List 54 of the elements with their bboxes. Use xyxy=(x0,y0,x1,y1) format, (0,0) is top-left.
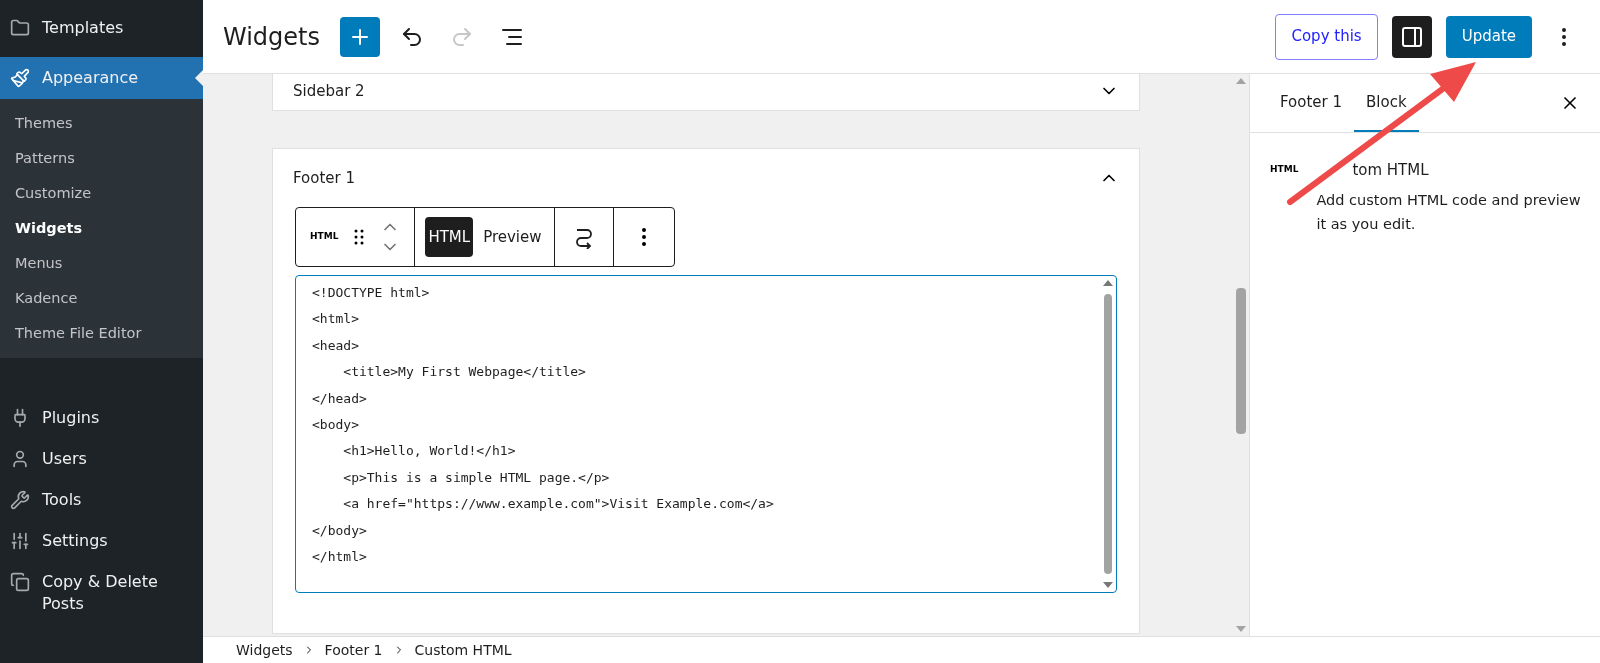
documents-icon xyxy=(10,572,30,592)
code-line: </body> xyxy=(312,521,367,540)
menu-item[interactable]: Settings xyxy=(0,521,203,561)
menu-item[interactable]: Plugins xyxy=(0,398,203,438)
settings-panel-toggle[interactable] xyxy=(1391,15,1432,58)
submenu-link[interactable]: Customize xyxy=(0,176,203,211)
widget-area-header[interactable]: Footer 1 xyxy=(273,149,1139,207)
breadcrumb-link[interactable]: Widgets xyxy=(236,639,293,661)
mode-tab[interactable]: HTML xyxy=(425,217,474,257)
wrench-icon xyxy=(10,490,30,510)
code-line: <!DOCTYPE html> xyxy=(312,284,430,302)
page-title: Widgets xyxy=(223,21,321,53)
breadcrumb-link[interactable]: Footer 1 xyxy=(324,639,383,661)
code-line: <a href="https://www.example.com">Visit Example.com</a> xyxy=(342,495,774,514)
menu-item[interactable]: Tools xyxy=(0,480,203,520)
code-line: <head> xyxy=(312,336,359,355)
widget-area-title: Footer 1 xyxy=(293,167,356,189)
code-line: <title>My First Webpage</title> xyxy=(342,363,586,382)
inspector-tab[interactable]: Block xyxy=(1354,74,1419,132)
submenu-link[interactable]: Patterns xyxy=(0,141,203,176)
inspector-tab[interactable]: Footer 1 xyxy=(1268,74,1355,132)
code-line: <body> xyxy=(312,416,359,435)
update-button[interactable]: Update xyxy=(1445,15,1532,58)
code-line: </html> xyxy=(312,548,367,567)
submenu-link[interactable]: Widgets xyxy=(0,211,203,246)
widget-area-title: Sidebar 2 xyxy=(293,80,365,102)
widget-area-header[interactable]: Sidebar 2 xyxy=(273,74,1139,110)
user-icon xyxy=(10,449,30,469)
menu-item[interactable]: Copy & Delete Posts xyxy=(0,562,203,624)
mode-tab[interactable]: Preview xyxy=(481,217,544,257)
code-line: <html> xyxy=(312,310,359,329)
menu-item[interactable]: Templates xyxy=(0,8,203,48)
breadcrumb-link[interactable]: Custom HTML xyxy=(414,639,512,661)
copy-button[interactable]: Copy this xyxy=(1275,13,1378,60)
add-block-button[interactable] xyxy=(340,16,381,57)
submenu-link[interactable]: Kadence xyxy=(0,281,203,316)
sliders-icon xyxy=(10,531,30,551)
menu-item[interactable]: Users xyxy=(0,439,203,479)
paintbrush-icon xyxy=(10,68,30,88)
block-description: Add custom HTML code and preview it as you edit. xyxy=(1316,190,1582,234)
folder-icon xyxy=(10,18,30,38)
code-line: <p>This is a simple HTML page.</p> xyxy=(342,468,610,487)
submenu-link[interactable]: Theme File Editor xyxy=(0,316,203,351)
code-line: </head> xyxy=(312,389,367,408)
block-title: tom HTML xyxy=(1352,160,1430,181)
sidebar-icon xyxy=(1399,24,1424,49)
submenu-link[interactable]: Themes xyxy=(0,106,203,141)
html-block-icon: HTML xyxy=(1270,163,1299,236)
menu-item[interactable]: Appearance xyxy=(0,57,203,99)
html-code-editor[interactable] xyxy=(295,275,1117,593)
drag-handle-icon[interactable] xyxy=(354,228,365,246)
html-block-icon: HTML xyxy=(310,230,339,244)
code-line: <h1>Hello, World!</h1> xyxy=(342,442,516,461)
submenu-link[interactable]: Menus xyxy=(0,246,203,281)
